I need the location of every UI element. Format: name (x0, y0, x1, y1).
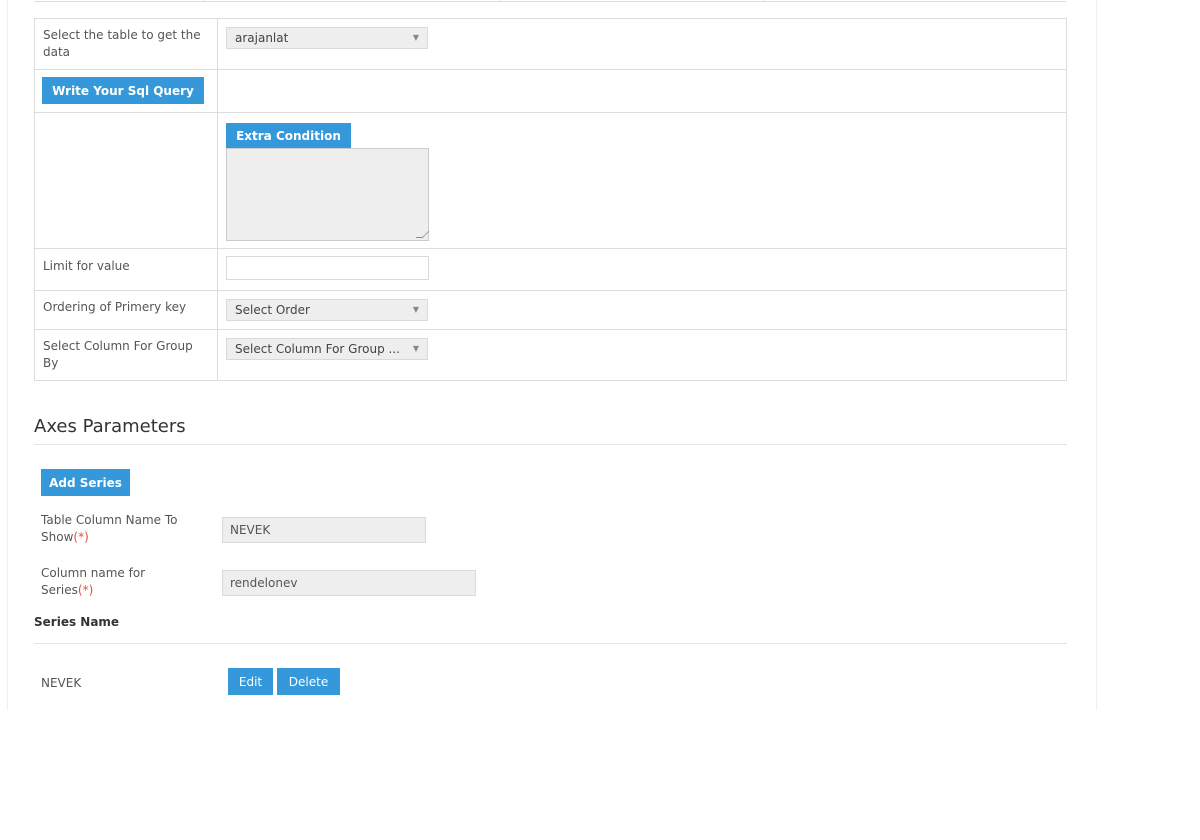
required-mark: (*) (77, 583, 94, 597)
limit-input[interactable] (226, 256, 429, 280)
series-divider (34, 643, 1067, 644)
group-by-label: Select Column For Group By (34, 329, 218, 381)
ordering-select[interactable]: Select Order ▼ (226, 299, 428, 321)
caret-down-icon: ▼ (412, 305, 419, 314)
table-select-value: arajanlat (235, 31, 289, 45)
axes-divider (34, 444, 1067, 445)
column-name-label: Table Column Name To Show(*) (41, 513, 178, 544)
edit-series-button[interactable]: Edit (228, 668, 273, 695)
group-by-select-value: Select Column For Group ... (235, 342, 400, 356)
query-config-table: Select the table to get the data arajanl… (34, 18, 1067, 381)
required-mark: (*) (73, 530, 89, 544)
previous-table-border (34, 0, 1066, 2)
add-series-button[interactable]: Add Series (41, 469, 130, 496)
write-sql-query-button[interactable]: Write Your Sql Query (42, 77, 204, 104)
ordering-select-value: Select Order (235, 303, 310, 317)
table-select-row: Select the table to get the data arajanl… (34, 18, 1067, 70)
column-name-input[interactable]: NEVEK (222, 517, 426, 543)
series-column-label: Column name for Series(*) (41, 566, 146, 597)
caret-down-icon: ▼ (412, 33, 419, 42)
group-by-row: Select Column For Group By Select Column… (34, 329, 1067, 381)
series-column-input[interactable]: rendelonev (222, 570, 476, 596)
sql-query-row: Write Your Sql Query (34, 69, 1067, 113)
extra-condition-row: Extra Condition (34, 112, 1067, 249)
group-by-select[interactable]: Select Column For Group ... ▼ (226, 338, 428, 360)
extra-condition-button[interactable]: Extra Condition (226, 123, 351, 148)
delete-series-button[interactable]: Delete (277, 668, 340, 695)
extra-condition-textarea[interactable] (226, 148, 430, 241)
series-row-name: NEVEK (41, 676, 82, 690)
table-select[interactable]: arajanlat ▼ (226, 27, 428, 49)
resize-grip-icon[interactable] (415, 231, 430, 238)
ordering-label: Ordering of Primery key (34, 290, 218, 330)
ordering-row: Ordering of Primery key Select Order ▼ (34, 290, 1067, 330)
limit-label: Limit for value (34, 248, 218, 291)
table-select-label: Select the table to get the data (34, 18, 218, 70)
axes-parameters-title: Axes Parameters (34, 416, 186, 437)
limit-row: Limit for value (34, 248, 1067, 291)
series-name-header: Series Name (34, 615, 120, 629)
caret-down-icon: ▼ (412, 344, 419, 353)
